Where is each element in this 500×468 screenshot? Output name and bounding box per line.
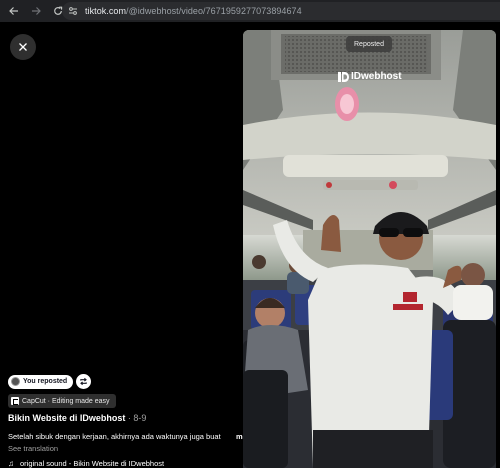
watermark-text: IDwebhost bbox=[351, 71, 402, 82]
reposted-overlay-label: Reposted bbox=[346, 36, 392, 52]
separator: · bbox=[127, 413, 131, 423]
site-settings-icon[interactable] bbox=[65, 3, 81, 19]
sound-link[interactable]: ♫ original sound - Bikin Website di IDwe… bbox=[8, 459, 164, 468]
post-date: 8-9 bbox=[133, 413, 147, 423]
idwebhost-logo-icon bbox=[338, 71, 349, 82]
video-frame bbox=[243, 30, 496, 468]
video-caption: Setelah sibuk dengan kerjaan, akhirnya a… bbox=[8, 432, 221, 441]
author-line: Bikin Website di IDwebhost · 8-9 bbox=[8, 413, 146, 423]
close-icon bbox=[19, 43, 27, 51]
repost-badges: You reposted bbox=[8, 374, 92, 389]
you-reposted-label: You reposted bbox=[23, 378, 68, 385]
video-detail-page: You reposted CapCut · Editing made easy … bbox=[0, 22, 500, 468]
url-text[interactable]: tiktok.com/@idwebhost/video/767195927707… bbox=[85, 6, 302, 16]
back-icon[interactable] bbox=[5, 2, 23, 20]
browser-toolbar: tiktok.com/@idwebhost/video/767195927707… bbox=[0, 0, 500, 22]
address-bar[interactable]: tiktok.com/@idwebhost/video/767195927707… bbox=[62, 2, 500, 20]
capcut-icon bbox=[11, 397, 19, 405]
url-path: /@idwebhost/video/7671959277073894674 bbox=[126, 6, 302, 16]
capcut-label: CapCut · Editing made easy bbox=[22, 397, 110, 405]
author-name[interactable]: Bikin Website di IDwebhost bbox=[8, 413, 125, 423]
watermark: IDwebhost bbox=[338, 71, 402, 82]
capcut-tag[interactable]: CapCut · Editing made easy bbox=[8, 394, 116, 408]
avatar bbox=[11, 377, 20, 386]
video-player[interactable] bbox=[243, 30, 496, 468]
repost-icon bbox=[80, 377, 88, 386]
sound-label: original sound - Bikin Website di IDwebh… bbox=[20, 459, 165, 468]
repost-button[interactable] bbox=[76, 374, 92, 389]
url-host: tiktok.com bbox=[85, 6, 127, 16]
forward-icon[interactable] bbox=[27, 2, 45, 20]
see-translation-link[interactable]: See translation bbox=[8, 444, 58, 453]
close-button[interactable] bbox=[10, 34, 36, 60]
you-reposted-pill[interactable]: You reposted bbox=[8, 374, 74, 389]
music-note-icon: ♫ bbox=[8, 459, 14, 468]
